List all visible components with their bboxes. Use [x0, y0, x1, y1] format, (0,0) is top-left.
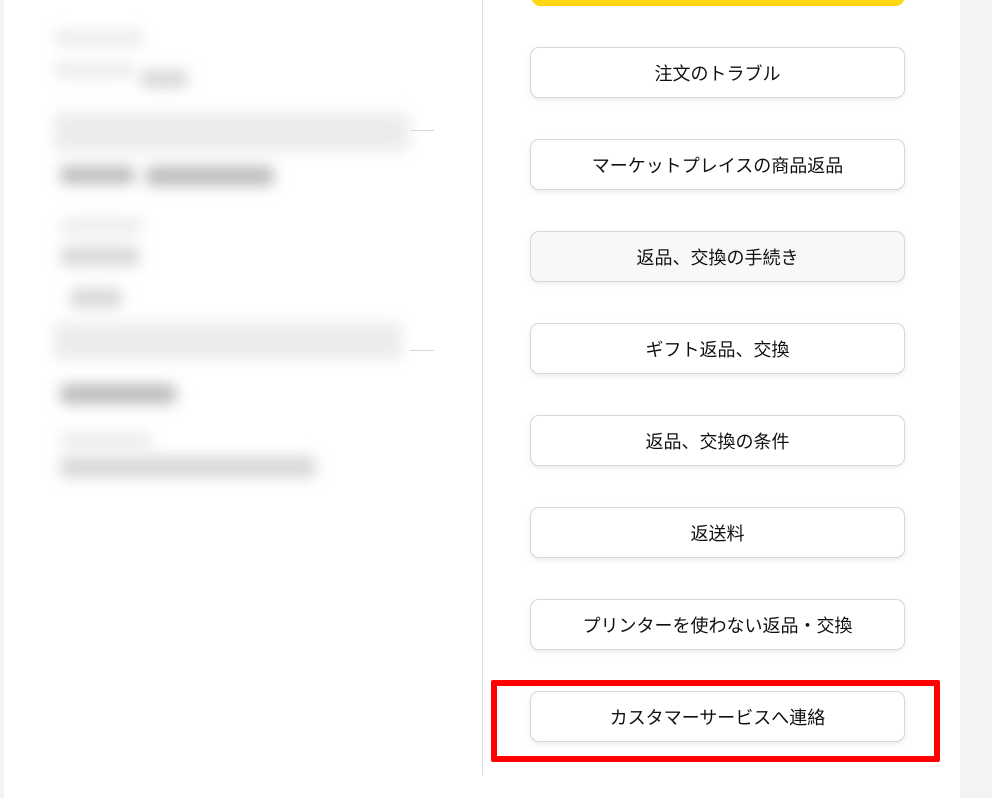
- primary-action-button[interactable]: [531, 0, 905, 6]
- contact-customer-service-button[interactable]: カスタマーサービスへ連絡: [530, 691, 905, 742]
- order-trouble-button[interactable]: 注文のトラブル: [530, 47, 905, 98]
- divider: [410, 130, 434, 131]
- redacted-text: [60, 218, 142, 234]
- redacted-text: [54, 62, 134, 78]
- return-exchange-procedure-button[interactable]: 返品、交換の手続き: [530, 231, 905, 282]
- redacted-heading: [60, 384, 176, 404]
- gift-return-label: ギフト返品、交換: [645, 339, 790, 361]
- help-panel: 注文のトラブル マーケットプレイスの商品返品 返品、交換の手続き ギフト返品、交…: [483, 0, 960, 798]
- redacted-heading: [146, 166, 274, 186]
- printerless-return-label: プリンターを使わない返品・交換: [582, 615, 853, 637]
- return-shipping-fee-button[interactable]: 返送料: [530, 507, 905, 558]
- redacted-text: [60, 432, 152, 448]
- marketplace-return-label: マーケットプレイスの商品返品: [591, 155, 844, 177]
- order-trouble-label: 注文のトラブル: [654, 63, 781, 85]
- redacted-order-details: [4, 0, 482, 775]
- marketplace-return-button[interactable]: マーケットプレイスの商品返品: [530, 139, 905, 190]
- return-shipping-fee-label: 返送料: [690, 523, 745, 545]
- redacted-text: [70, 288, 122, 308]
- return-conditions-button[interactable]: 返品、交換の条件: [530, 415, 905, 466]
- redacted-text: [60, 246, 140, 266]
- printerless-return-button[interactable]: プリンターを使わない返品・交換: [530, 599, 905, 650]
- contact-customer-service-label: カスタマーサービスへ連絡: [609, 707, 826, 729]
- redacted-text: [60, 456, 316, 478]
- page: 注文のトラブル マーケットプレイスの商品返品 返品、交換の手続き ギフト返品、交…: [4, 0, 960, 798]
- gift-return-button[interactable]: ギフト返品、交換: [530, 323, 905, 374]
- divider: [410, 350, 434, 351]
- redacted-text: [140, 70, 188, 88]
- redacted-text: [54, 30, 144, 46]
- redacted-heading: [60, 166, 135, 184]
- redacted-text: [54, 322, 402, 360]
- return-exchange-procedure-label: 返品、交換の手続き: [636, 247, 799, 269]
- return-conditions-label: 返品、交換の条件: [645, 431, 790, 453]
- redacted-text: [54, 112, 409, 152]
